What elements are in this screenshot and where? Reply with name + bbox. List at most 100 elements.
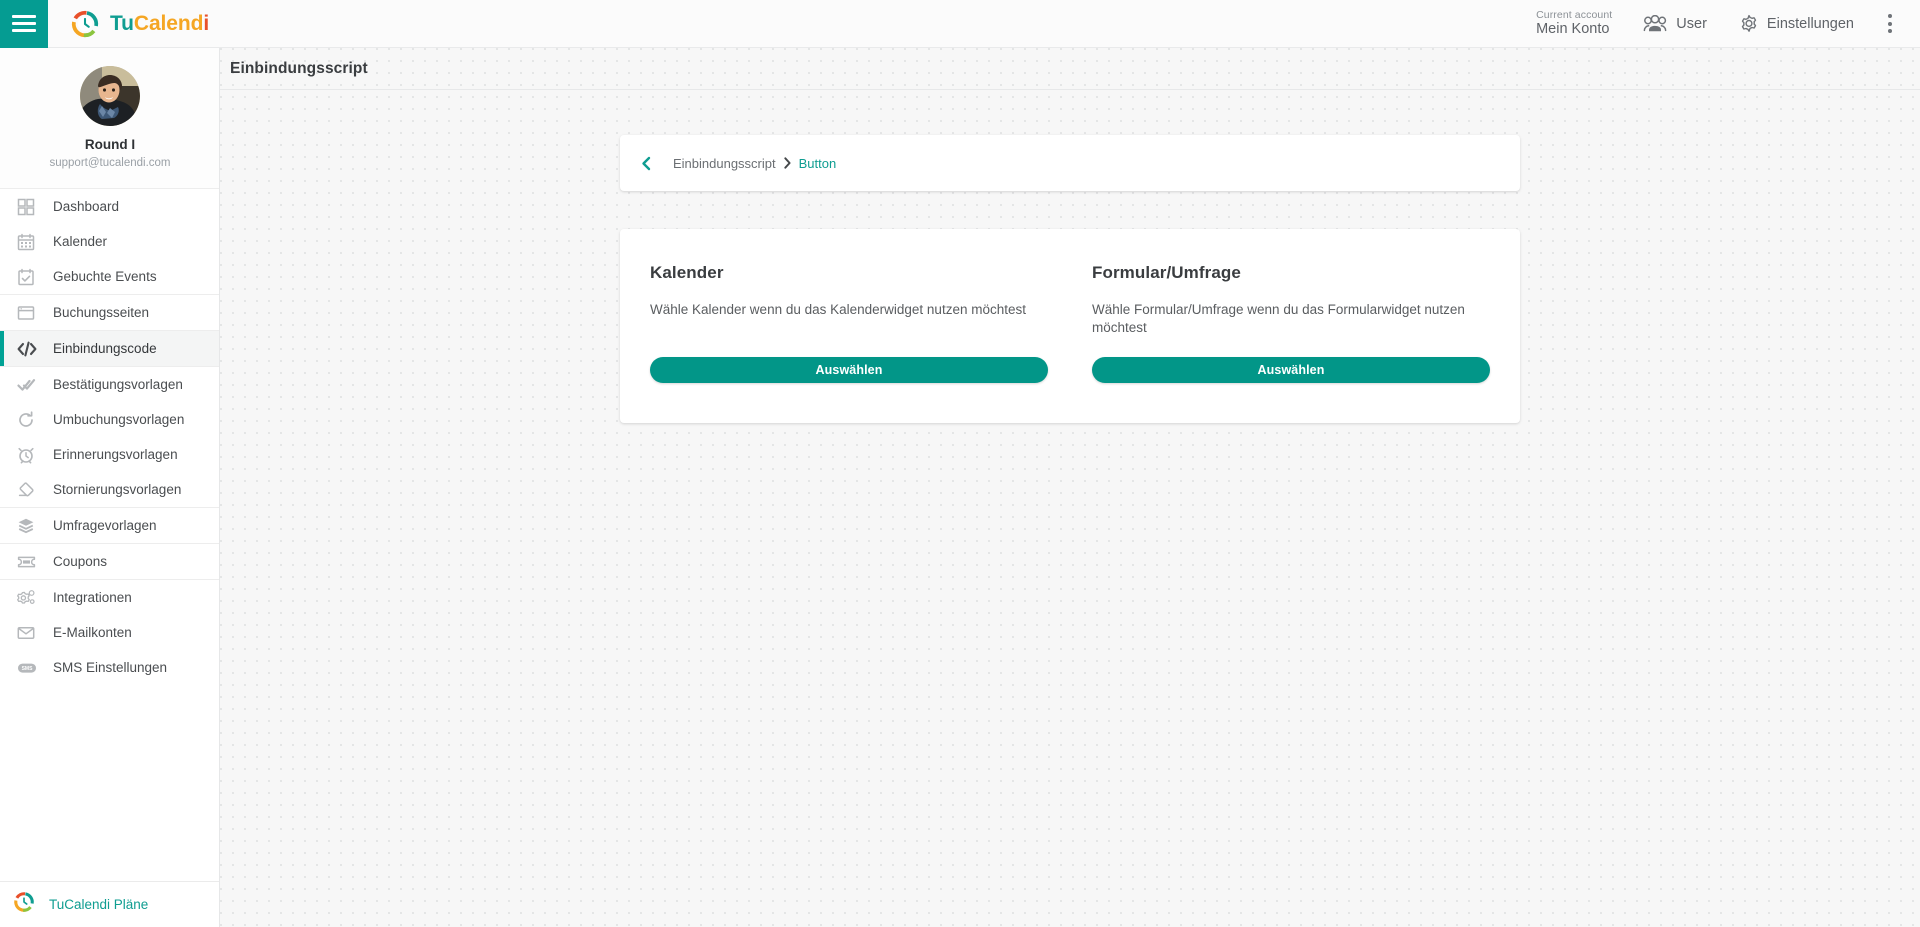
sidebar-item-umbuchungsvorlagen[interactable]: Umbuchungsvorlagen — [0, 402, 219, 437]
sidebar-group: Integrationen E-Mailkonten SMS SMS Einstell… — [0, 580, 219, 685]
sidebar-item-integrationen[interactable]: Integrationen — [0, 580, 219, 615]
sidebar-item-label: Dashboard — [53, 199, 120, 215]
select-kalender-button[interactable]: Auswählen — [650, 357, 1048, 383]
sidebar-item-bestaetigungsvorlagen[interactable]: Bestätigungsvorlagen — [0, 367, 219, 402]
settings-button-label: Einstellungen — [1766, 15, 1854, 32]
user-profile-block[interactable]: Round I support@tucalendi.com — [0, 48, 219, 190]
sidebar-item-erinnerungsvorlagen[interactable]: Erinnerungsvorlagen — [0, 437, 219, 472]
brand-logo[interactable]: TuCalendi — [48, 0, 209, 48]
sms-icon: SMS — [17, 659, 43, 677]
sidebar-item-umfragevorlagen[interactable]: Umfragevorlagen — [0, 508, 219, 543]
sidebar-footer-label: TuCalendi Pläne — [49, 897, 149, 912]
sidebar-item-label: Kalender — [53, 234, 108, 250]
window-icon — [17, 304, 43, 322]
breadcrumb-item-current[interactable]: Button — [799, 156, 837, 171]
breadcrumb-item-parent[interactable]: Einbindungsscript — [673, 156, 776, 171]
profile-email: support@tucalendi.com — [49, 156, 171, 169]
widget-type-selection-panel: Kalender Wähle Kalender wenn du das Kale… — [620, 229, 1520, 423]
sidebar-item-label: SMS Einstellungen — [53, 660, 168, 676]
sidebar-item-coupons[interactable]: Coupons — [0, 544, 219, 579]
hamburger-line — [12, 15, 36, 18]
hamburger-menu-icon[interactable] — [0, 0, 48, 48]
card-description: Wähle Kalender wenn du das Kalenderwidge… — [650, 302, 1026, 317]
top-bar-actions: Current account Mein Konto User Einstell… — [1536, 0, 1920, 48]
select-formular-umfrage-button[interactable]: Auswählen — [1092, 357, 1490, 383]
current-account-name: Mein Konto — [1536, 21, 1610, 38]
svg-text:SMS: SMS — [22, 666, 34, 672]
sidebar-item-kalender[interactable]: Kalender — [0, 224, 219, 259]
envelope-icon — [17, 624, 43, 642]
sidebar-item-label: Umfragevorlagen — [53, 518, 157, 534]
profile-name: Round I — [84, 137, 136, 152]
main-content: Einbindungsscript Einbindungsscript Butt… — [220, 48, 1920, 927]
kebab-dot — [1888, 21, 1892, 26]
sidebar-item-dashboard[interactable]: Dashboard — [0, 189, 219, 224]
overflow-menu-icon[interactable] — [1870, 0, 1910, 48]
hamburger-line — [12, 29, 36, 32]
sidebar-item-label: E-Mailkonten — [53, 625, 132, 641]
avatar — [80, 66, 140, 126]
sidebar-item-tucalendi-plaene[interactable]: TuCalendi Pläne — [0, 881, 219, 927]
eraser-icon — [17, 481, 43, 499]
avatar-photo-icon — [80, 66, 140, 126]
sidebar-item-label: Stornierungsvorlagen — [53, 482, 182, 498]
users-button[interactable]: User — [1626, 0, 1723, 48]
sidebar-item-label: Bestätigungsvorlagen — [53, 377, 183, 393]
tucalendi-logo-icon — [13, 891, 39, 918]
sidebar-nav: Dashboard Kalender Gebuchte Events Buchungs… — [0, 189, 219, 685]
brand-text-calend: Calend — [133, 11, 204, 35]
current-account-label: Current account — [1536, 9, 1613, 22]
tucalendi-logo-icon — [71, 10, 99, 37]
brand-text-tu: Tu — [110, 11, 134, 35]
ticket-icon — [17, 553, 43, 571]
sidebar-item-label: Erinnerungsvorlagen — [53, 447, 178, 463]
grid-icon — [17, 198, 43, 216]
sidebar-item-label: Coupons — [53, 554, 108, 570]
layers-icon — [17, 517, 43, 535]
current-account-block[interactable]: Current account Mein Konto — [1536, 9, 1626, 38]
calendar-icon — [17, 233, 43, 251]
card-title: Kalender — [650, 263, 724, 282]
back-button[interactable] — [640, 152, 659, 175]
gear-icon — [1741, 14, 1757, 32]
settings-button[interactable]: Einstellungen — [1723, 0, 1870, 48]
sidebar-group: Bestätigungsvorlagen Umbuchungsvorlagen Er… — [0, 367, 219, 509]
sidebar-group: Buchungsseiten — [0, 295, 219, 332]
sidebar-item-label: Einbindungscode — [53, 341, 157, 357]
sidebar-item-einbindungscode[interactable]: Einbindungscode — [0, 331, 219, 367]
sidebar-item-e-mailkonten[interactable]: E-Mailkonten — [0, 615, 219, 650]
hamburger-line — [12, 22, 36, 25]
sidebar-item-sms-einstellungen[interactable]: SMS SMS Einstellungen — [0, 650, 219, 685]
calendar-check-icon — [17, 268, 43, 286]
sidebar-group: Dashboard Kalender Gebuchte Events — [0, 189, 219, 296]
card-title: Formular/Umfrage — [1092, 263, 1241, 282]
sidebar-item-buchungsseiten[interactable]: Buchungsseiten — [0, 295, 219, 330]
card-formular-umfrage: Formular/Umfrage Wähle Formular/Umfrage … — [1092, 263, 1490, 383]
code-icon — [17, 340, 43, 358]
refresh-icon — [17, 410, 43, 429]
sidebar-item-label: Integrationen — [53, 590, 132, 606]
sidebar-item-label: Umbuchungsvorlagen — [53, 412, 185, 428]
chevron-left-icon — [642, 156, 651, 170]
top-bar: TuCalendi Current account Mein Konto Use… — [0, 0, 1920, 48]
card-description: Wähle Formular/Umfrage wenn du das Formu… — [1092, 302, 1465, 335]
sidebar-group: Einbindungscode — [0, 331, 219, 368]
sidebar-item-label: Gebuchte Events — [53, 269, 157, 285]
sidebar: Round I support@tucalendi.com Dashboard K… — [0, 48, 220, 927]
content-area: Einbindungsscript Button Kalender Wähle … — [220, 90, 1920, 423]
card-kalender: Kalender Wähle Kalender wenn du das Kale… — [650, 263, 1048, 383]
sidebar-item-stornierungsvorlagen[interactable]: Stornierungsvorlagen — [0, 472, 219, 507]
sidebar-item-label: Buchungsseiten — [53, 305, 150, 321]
double-check-icon — [17, 376, 43, 394]
breadcrumb: Einbindungsscript Button — [620, 135, 1520, 191]
sidebar-group: Coupons — [0, 544, 219, 581]
page-header: Einbindungsscript — [220, 48, 1920, 90]
gears-icon — [17, 589, 43, 607]
kebab-dot — [1888, 14, 1892, 18]
alarm-clock-icon — [17, 446, 43, 464]
sidebar-item-gebuchte-events[interactable]: Gebuchte Events — [0, 259, 219, 294]
sidebar-group: Umfragevorlagen — [0, 508, 219, 545]
users-button-label: User — [1676, 15, 1707, 32]
sidebar-scroll-area[interactable]: Round I support@tucalendi.com Dashboard K… — [0, 48, 219, 927]
chevron-right-icon — [783, 157, 792, 169]
